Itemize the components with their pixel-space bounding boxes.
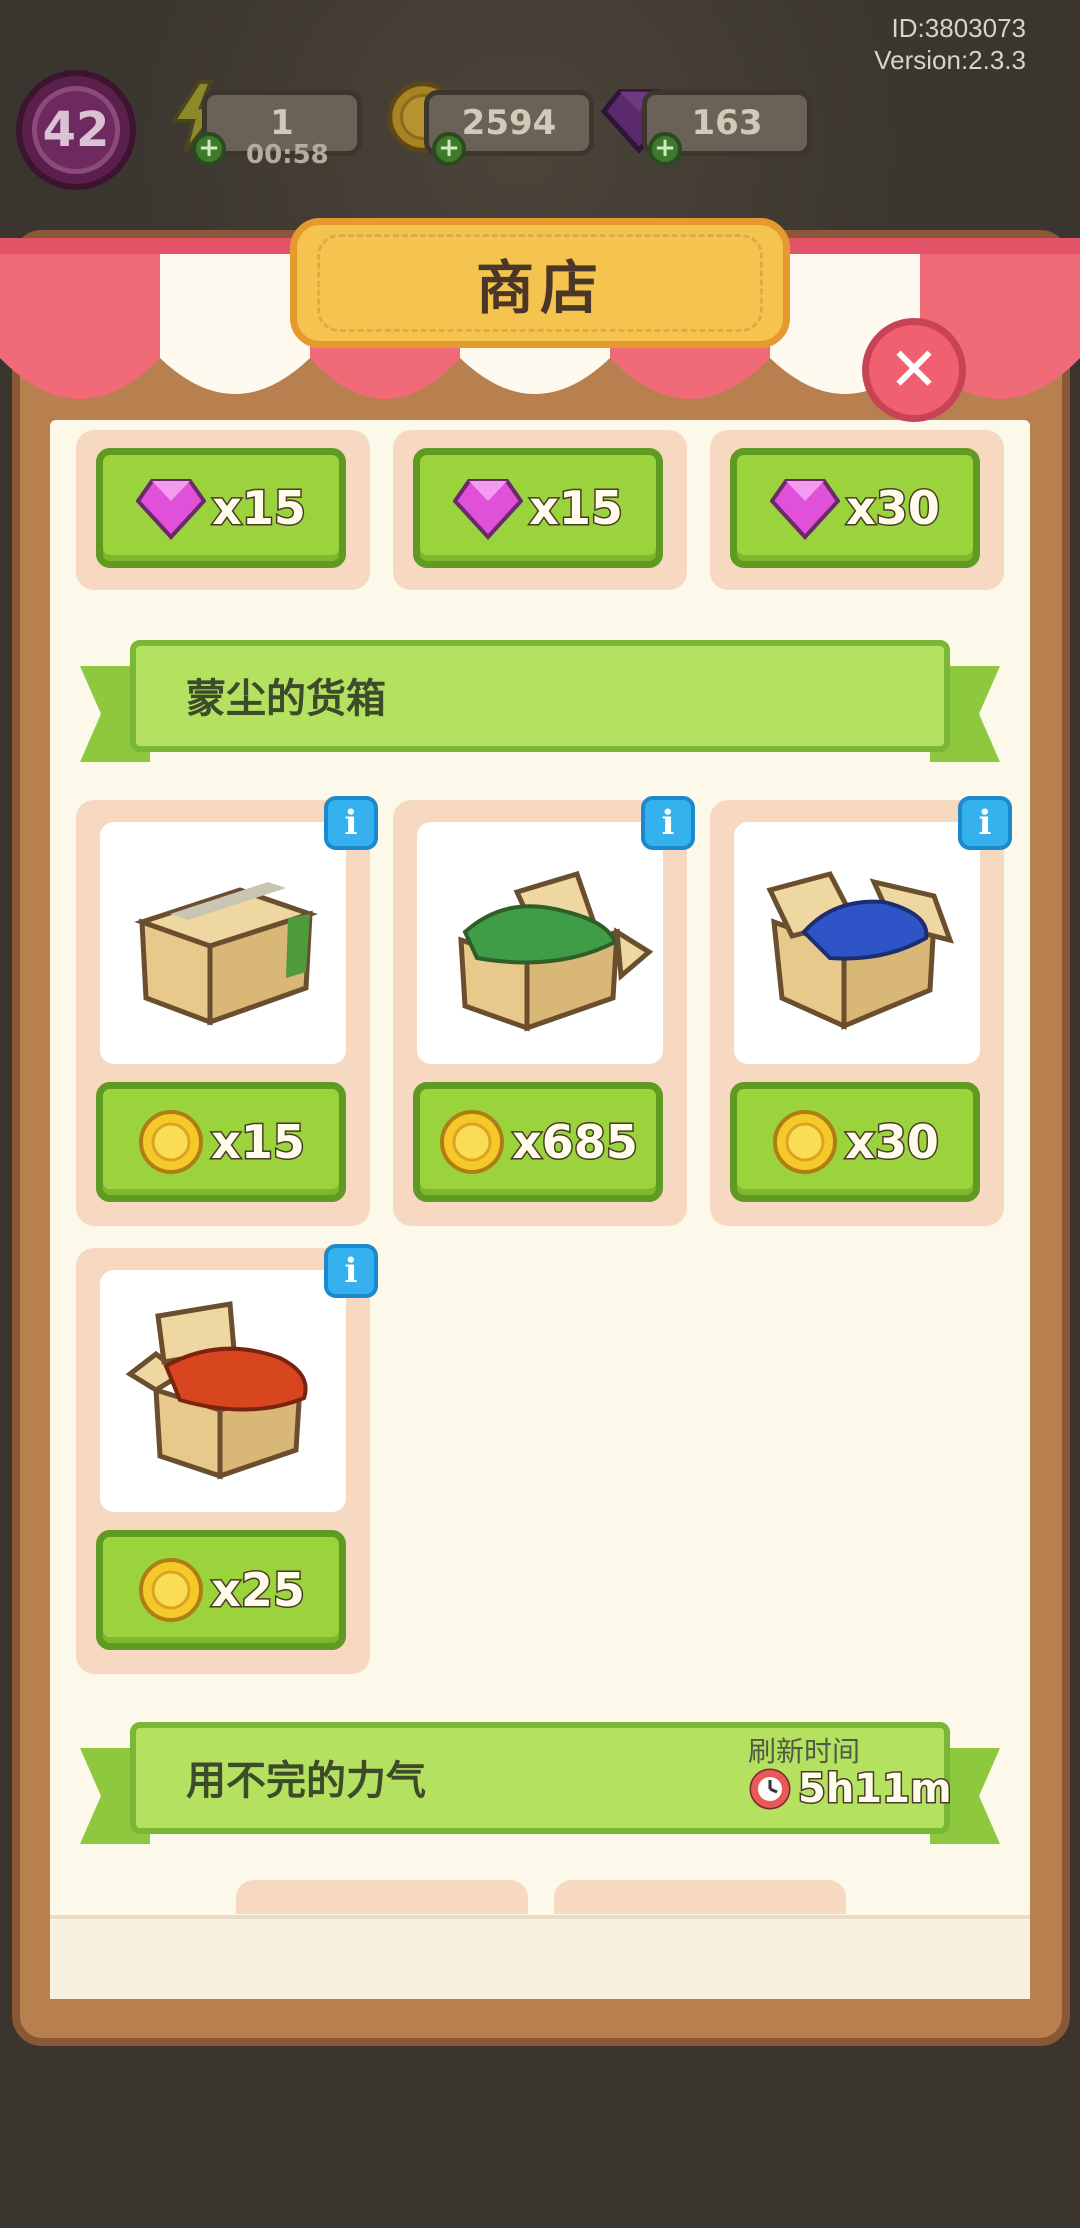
shop-title-plaque: 商店	[290, 218, 790, 348]
paper-bottom-edge	[50, 1915, 1030, 1999]
close-button[interactable]: ✕	[862, 318, 966, 422]
coin-icon	[440, 1110, 505, 1174]
gem-icon	[770, 479, 841, 540]
level-number: 42	[32, 86, 120, 174]
item-price-2: x685	[511, 1114, 640, 1171]
buy-button-4[interactable]: x25	[96, 1530, 346, 1650]
player-id: ID:3803073	[891, 13, 1026, 43]
gem-value: 163	[691, 103, 763, 143]
blue-cloth-box-icon[interactable]	[734, 822, 980, 1064]
gem-icon	[136, 479, 207, 540]
level-badge[interactable]: 42	[16, 70, 136, 190]
energy-timer: 00:58	[246, 140, 329, 170]
buy-button-1[interactable]: x15	[96, 1082, 346, 1202]
gem-offer-button-1[interactable]: x15	[96, 448, 346, 568]
item-price-1: x15	[210, 1114, 307, 1171]
item-image-box	[100, 822, 346, 1064]
gem-offer-button-2[interactable]: x15	[413, 448, 663, 568]
add-coins-button[interactable]: +	[432, 132, 466, 166]
add-energy-button[interactable]: +	[192, 132, 226, 166]
item-image-box	[417, 822, 663, 1064]
gem-offer-price-2: x15	[528, 480, 625, 537]
taped-box-icon[interactable]	[100, 822, 346, 1064]
build-info: ID:3803073 Version:2.3.3	[874, 12, 1026, 76]
item-image-box	[734, 822, 980, 1064]
gem-offer-button-3[interactable]: x30	[730, 448, 980, 568]
item-price-4: x25	[210, 1562, 307, 1619]
section-title: 用不完的力气	[186, 1758, 426, 1804]
version-text: Version:2.3.3	[874, 45, 1026, 75]
coin-icon	[773, 1110, 838, 1174]
clock-icon	[749, 1768, 791, 1810]
buy-button-3[interactable]: x30	[730, 1082, 980, 1202]
info-button-3[interactable]: i	[958, 796, 1012, 850]
energy-offer-card-2	[554, 1880, 846, 1914]
red-cloth-box-icon[interactable]	[100, 1270, 346, 1512]
info-button-2[interactable]: i	[641, 796, 695, 850]
energy-offer-card-1	[236, 1880, 528, 1914]
refresh-label: 刷新时间	[748, 1735, 861, 1768]
gem-offer-price-1: x15	[211, 480, 308, 537]
info-button-4[interactable]: i	[324, 1244, 378, 1298]
green-cloth-box-icon[interactable]	[417, 822, 663, 1064]
coin-icon	[139, 1558, 204, 1622]
section-banner-dusty-crates: 蒙尘的货箱	[80, 640, 1000, 770]
coin-value: 2594	[461, 103, 557, 143]
info-button-1[interactable]: i	[324, 796, 378, 850]
gem-icon	[453, 479, 524, 540]
refresh-timer: 5h11m	[748, 1765, 954, 1814]
item-image-box	[100, 1270, 346, 1512]
buy-button-2[interactable]: x685	[413, 1082, 663, 1202]
close-icon: ✕	[888, 335, 940, 405]
section-title: 蒙尘的货箱	[186, 676, 386, 722]
refresh-time-value: 5h11m	[797, 1765, 954, 1814]
shop-title: 商店	[317, 234, 763, 332]
gem-offer-price-3: x30	[845, 480, 942, 537]
section-banner-endless-strength: 用不完的力气 刷新时间 5h11m	[80, 1722, 1000, 1852]
energy-value: 1	[270, 103, 294, 143]
coin-icon	[139, 1110, 204, 1174]
red-cloth	[163, 1346, 308, 1412]
add-gems-button[interactable]: +	[648, 132, 682, 166]
item-price-3: x30	[844, 1114, 941, 1171]
